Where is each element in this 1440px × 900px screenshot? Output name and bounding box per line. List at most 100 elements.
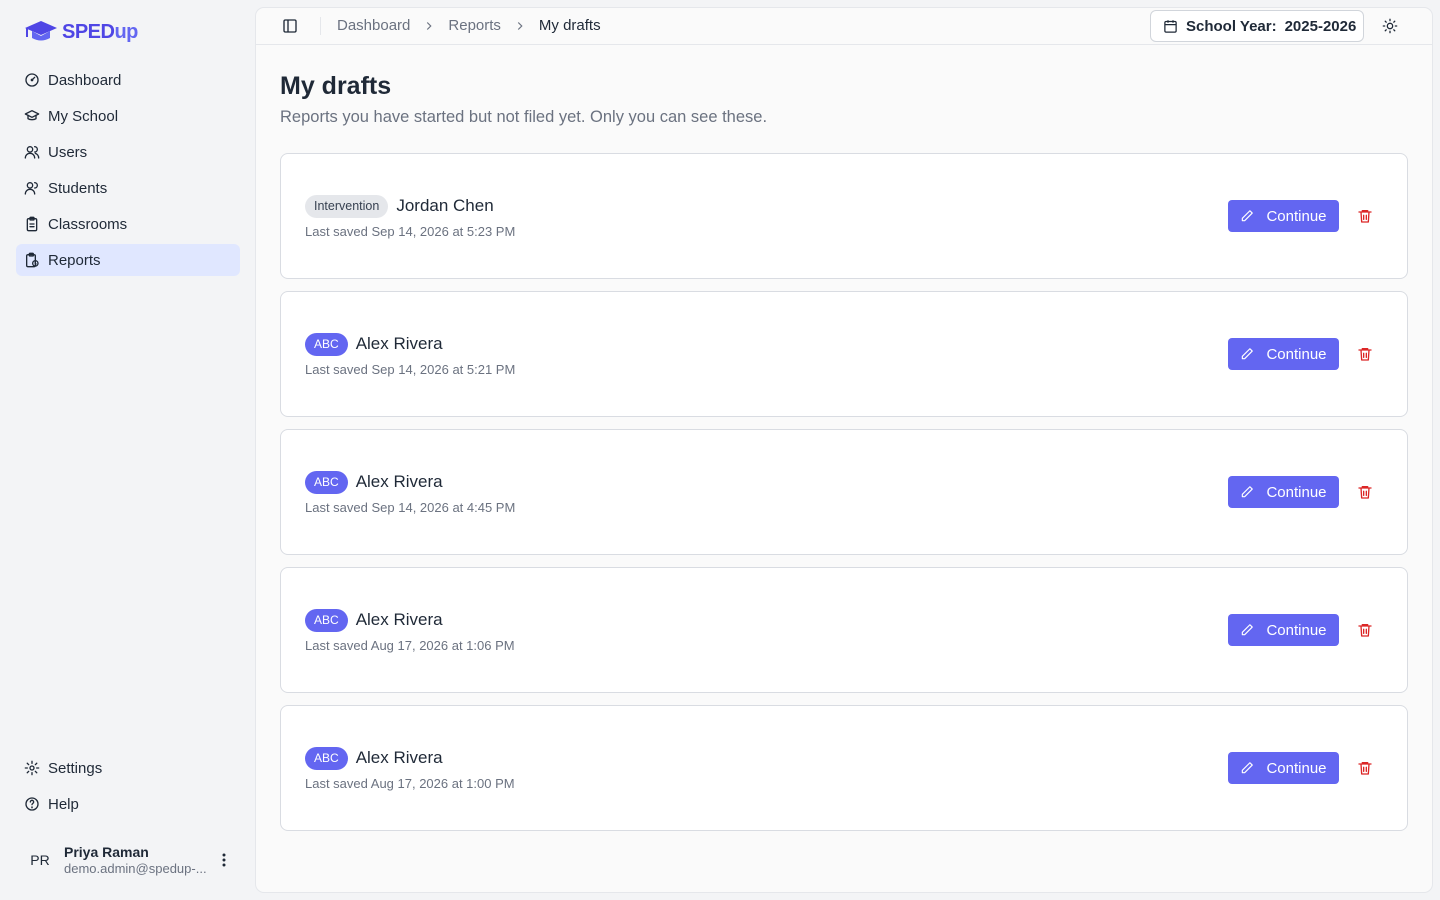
student-name: Alex Rivera xyxy=(355,748,443,767)
trash-icon[interactable] xyxy=(1357,760,1373,776)
sidebar-item-label: Classrooms xyxy=(48,215,128,233)
students-icon xyxy=(24,182,38,195)
topbar-divider xyxy=(320,17,321,35)
trash-icon[interactable] xyxy=(1357,208,1373,224)
sun-icon[interactable] xyxy=(1380,16,1400,36)
logo[interactable]: SPEDup xyxy=(24,17,138,47)
breadcrumb-reports[interactable]: Reports xyxy=(448,17,501,34)
continue-label: Continue xyxy=(1266,345,1327,363)
sidebar-item-help[interactable]: Help xyxy=(16,788,240,820)
pencil-icon xyxy=(1242,210,1254,222)
page-subtitle: Reports you have started but not filed y… xyxy=(280,108,768,126)
calendar-icon xyxy=(1164,19,1177,33)
more-vertical-icon[interactable] xyxy=(216,852,232,868)
report-type-badge: ABC xyxy=(305,608,348,632)
draft-info: ABC Alex Rivera Last saved Sep 14, 2026 … xyxy=(305,470,515,515)
sidebar-item-label: Users xyxy=(48,143,88,161)
sidebar: SPEDup Dashboard My School Users Student… xyxy=(0,0,256,900)
logo-text-part2: up xyxy=(114,20,138,43)
report-type-badge: Intervention xyxy=(305,194,389,218)
graduation-cap-logo-icon xyxy=(25,21,57,41)
draft-card: ABC Alex Rivera Last saved Sep 14, 2026 … xyxy=(280,291,1408,417)
continue-button[interactable]: Continue xyxy=(1228,476,1339,508)
student-name: Alex Rivera xyxy=(355,334,443,353)
draft-header: ABC Alex Rivera xyxy=(305,608,515,632)
last-saved: Last saved Sep 14, 2026 at 5:21 PM xyxy=(305,362,516,377)
breadcrumb-current: My drafts xyxy=(538,17,601,34)
draft-card: ABC Alex Rivera Last saved Aug 17, 2026 … xyxy=(280,567,1408,693)
draft-info: ABC Alex Rivera Last saved Aug 17, 2026 … xyxy=(305,608,515,653)
student-name: Jordan Chen xyxy=(396,196,494,215)
sidebar-toggle-icon[interactable] xyxy=(282,18,298,34)
help-icon xyxy=(25,797,39,811)
sidebar-item-students[interactable]: Students xyxy=(16,172,240,204)
pencil-icon xyxy=(1242,486,1254,498)
school-year-value: 2025-2026 xyxy=(1284,17,1357,35)
topbar: Dashboard Reports My drafts School Year:… xyxy=(256,8,1432,45)
sidebar-bottom-nav: Settings Help xyxy=(16,752,240,824)
user-email: demo.admin@spedup-... xyxy=(64,861,207,876)
draft-card: Intervention Jordan Chen Last saved Sep … xyxy=(280,153,1408,279)
chevron-right-icon xyxy=(517,21,523,30)
continue-button[interactable]: Continue xyxy=(1228,752,1339,784)
sidebar-item-users[interactable]: Users xyxy=(16,136,240,168)
last-saved: Last saved Aug 17, 2026 at 1:06 PM xyxy=(305,638,515,653)
pencil-icon xyxy=(1242,624,1254,636)
logo-text-part1: SPED xyxy=(62,20,115,43)
graduation-cap-icon xyxy=(24,110,40,121)
student-name: Alex Rivera xyxy=(355,610,443,629)
last-saved: Last saved Sep 14, 2026 at 5:23 PM xyxy=(305,224,516,239)
report-type-badge: ABC xyxy=(305,332,348,356)
continue-button[interactable]: Continue xyxy=(1228,338,1339,370)
sidebar-item-label: My School xyxy=(48,107,119,125)
school-year-selector[interactable]: School Year: 2025-2026 xyxy=(1150,10,1364,42)
app-root: SPEDup Dashboard My School Users Student… xyxy=(0,0,1440,900)
sidebar-item-label: Dashboard xyxy=(48,71,122,89)
sidebar-item-classrooms[interactable]: Classrooms xyxy=(16,208,240,240)
report-type-badge: ABC xyxy=(305,746,348,770)
user-menu[interactable]: PR Priya Raman demo.admin@spedup-... xyxy=(16,838,240,882)
continue-label: Continue xyxy=(1266,759,1327,777)
report-type-badge: ABC xyxy=(305,470,348,494)
dashboard-icon xyxy=(25,73,39,87)
continue-label: Continue xyxy=(1266,621,1327,639)
school-year-label: School Year: xyxy=(1186,17,1277,35)
report-icon xyxy=(26,252,39,268)
continue-label: Continue xyxy=(1266,207,1327,225)
sidebar-nav: Dashboard My School Users Students Class… xyxy=(16,64,240,280)
clipboard-icon xyxy=(26,216,38,232)
pencil-icon xyxy=(1242,348,1254,360)
sidebar-item-label: Students xyxy=(48,179,108,197)
logo-text: SPEDup xyxy=(62,21,138,44)
draft-header: Intervention Jordan Chen xyxy=(305,194,515,218)
trash-icon[interactable] xyxy=(1357,484,1373,500)
draft-header: ABC Alex Rivera xyxy=(305,746,515,770)
sidebar-item-my-school[interactable]: My School xyxy=(16,100,240,132)
continue-label: Continue xyxy=(1266,483,1327,501)
breadcrumb-dashboard[interactable]: Dashboard xyxy=(337,17,410,34)
draft-info: ABC Alex Rivera Last saved Aug 17, 2026 … xyxy=(305,746,515,791)
draft-info: Intervention Jordan Chen Last saved Sep … xyxy=(305,194,515,239)
breadcrumb: Dashboard Reports My drafts xyxy=(337,17,601,34)
sidebar-item-label: Help xyxy=(48,795,79,813)
student-name: Alex Rivera xyxy=(355,472,443,491)
users-icon xyxy=(24,146,40,159)
trash-icon[interactable] xyxy=(1357,346,1373,362)
sidebar-item-dashboard[interactable]: Dashboard xyxy=(16,64,240,96)
sidebar-item-label: Settings xyxy=(48,759,103,777)
avatar: PR xyxy=(30,852,50,868)
draft-header: ABC Alex Rivera xyxy=(305,470,515,494)
sidebar-item-reports[interactable]: Reports xyxy=(16,244,240,276)
main-panel: Dashboard Reports My drafts School Year:… xyxy=(256,8,1432,892)
sidebar-item-label: Reports xyxy=(48,251,101,269)
continue-button[interactable]: Continue xyxy=(1228,614,1339,646)
sidebar-item-settings[interactable]: Settings xyxy=(16,752,240,784)
draft-header: ABC Alex Rivera xyxy=(305,332,515,356)
page-title: My drafts xyxy=(280,72,392,100)
chevron-right-icon xyxy=(427,21,432,30)
draft-card: ABC Alex Rivera Last saved Sep 14, 2026 … xyxy=(280,429,1408,555)
continue-button[interactable]: Continue xyxy=(1228,200,1339,232)
draft-info: ABC Alex Rivera Last saved Sep 14, 2026 … xyxy=(305,332,515,377)
trash-icon[interactable] xyxy=(1357,622,1373,638)
gear-icon xyxy=(24,760,40,776)
